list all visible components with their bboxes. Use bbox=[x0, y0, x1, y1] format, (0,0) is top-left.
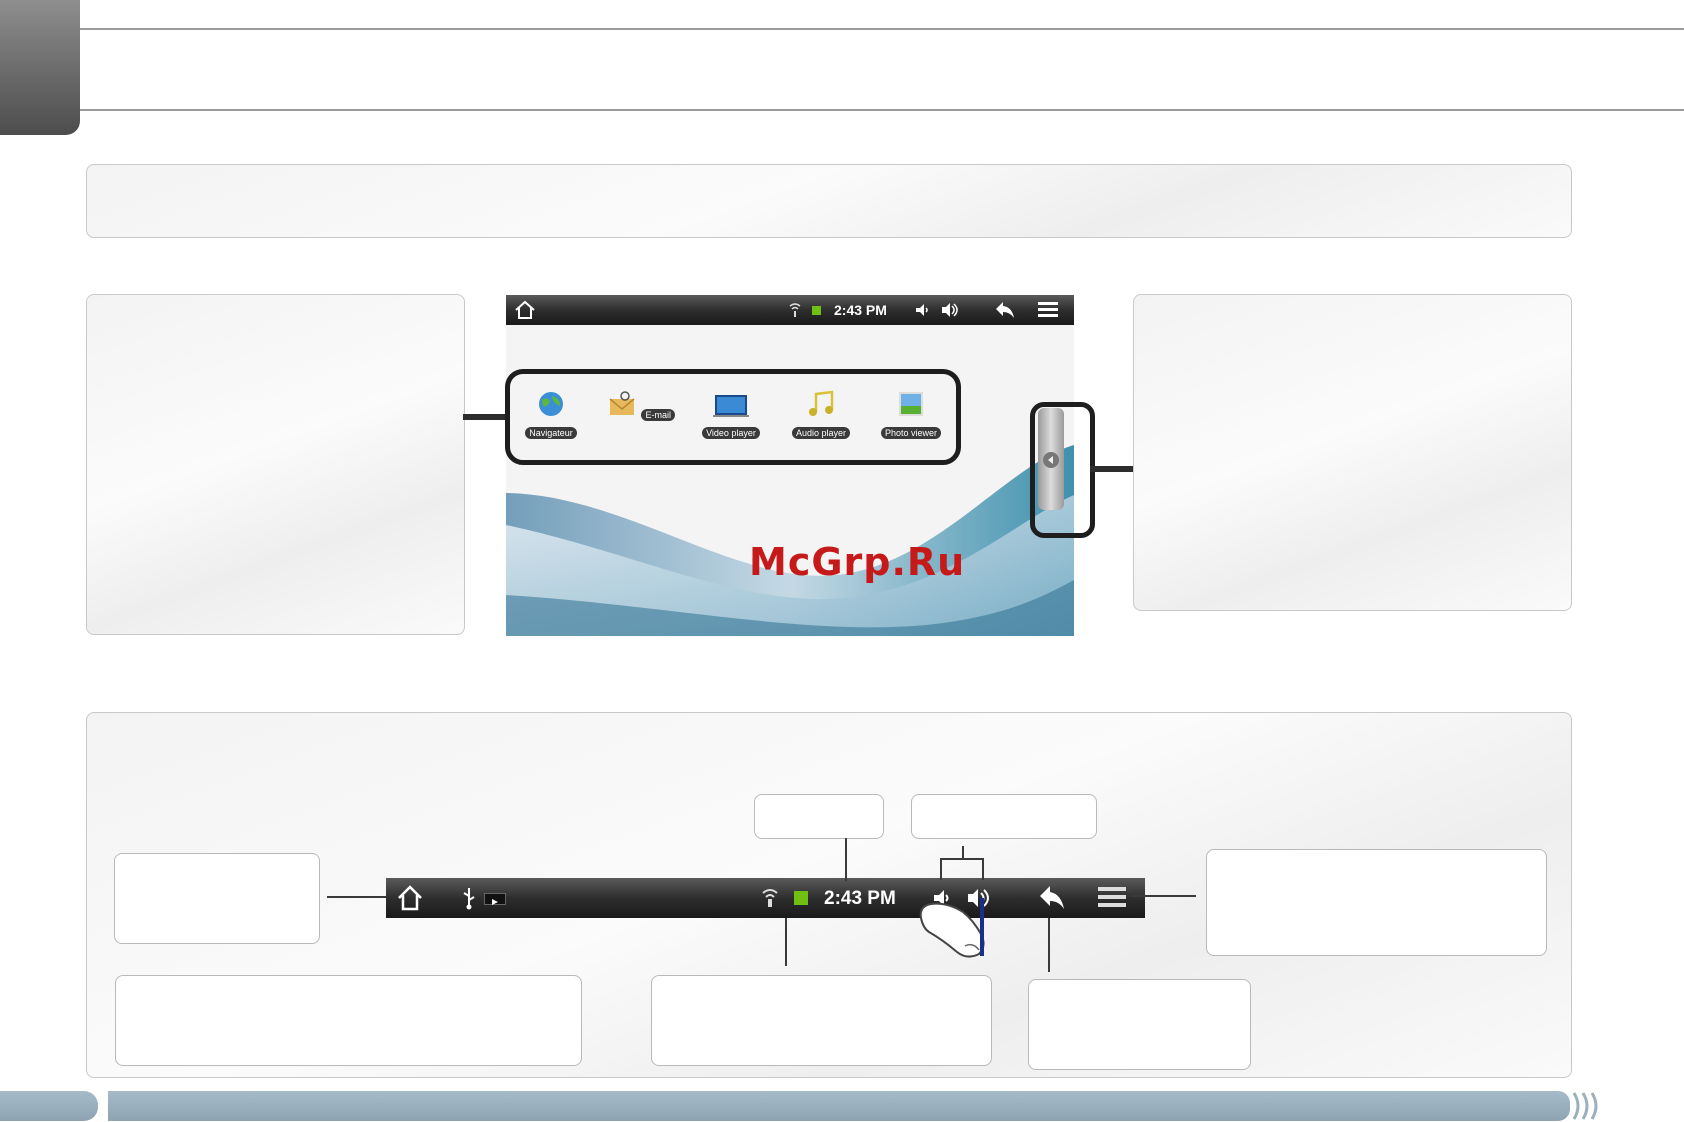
wifi-icon bbox=[789, 303, 801, 317]
notifications-callout-box bbox=[115, 975, 582, 1066]
menu-leader-line bbox=[1130, 895, 1196, 897]
status-time: 2:43 PM bbox=[824, 888, 896, 909]
large-status-bar: 2:43 PM bbox=[386, 878, 1145, 918]
usb-icon bbox=[463, 888, 475, 910]
device-home-screen: 2:43 PM Navigateur E-mail Video player A… bbox=[506, 295, 1074, 636]
wifi-icon bbox=[762, 889, 778, 907]
time-callout-box bbox=[754, 794, 884, 839]
footer-page-tab bbox=[0, 1091, 98, 1121]
volume-up-icon[interactable] bbox=[940, 301, 962, 319]
home-leader-line bbox=[327, 896, 386, 898]
volume-leader-bracket bbox=[940, 858, 984, 860]
media-playing-icon bbox=[484, 893, 506, 905]
back-icon[interactable] bbox=[994, 300, 1016, 320]
watermark: McGrp.Ru bbox=[749, 540, 966, 584]
apps-highlight-outline bbox=[505, 369, 961, 465]
chapter-tab bbox=[0, 0, 80, 135]
volume-leader-stem bbox=[962, 846, 964, 858]
time-leader-line bbox=[845, 838, 847, 881]
volume-leader-left bbox=[940, 858, 942, 880]
volume-down-icon[interactable] bbox=[914, 302, 930, 318]
home-callout-box bbox=[114, 853, 320, 944]
back-icon[interactable] bbox=[1038, 884, 1066, 912]
intro-panel bbox=[86, 164, 1572, 238]
back-leader-line bbox=[1048, 918, 1050, 972]
footer-end-mark bbox=[1572, 1092, 1598, 1120]
header-bottom-rule bbox=[80, 109, 1684, 111]
handle-highlight-outline bbox=[1030, 402, 1095, 538]
menu-callout-box bbox=[1206, 849, 1547, 956]
device-status-bar: 2:43 PM bbox=[506, 295, 1074, 325]
home-icon[interactable] bbox=[396, 884, 424, 912]
left-description-panel bbox=[86, 294, 465, 635]
wifi-battery-callout-box bbox=[651, 975, 992, 1066]
wifi-leader-line bbox=[785, 918, 787, 966]
right-description-panel bbox=[1133, 294, 1572, 611]
volume-callout-box bbox=[911, 794, 1097, 839]
left-connector-line bbox=[463, 414, 505, 420]
volume-leader-right bbox=[982, 858, 984, 880]
menu-icon[interactable] bbox=[1038, 300, 1058, 320]
wallpaper-wave bbox=[506, 445, 1074, 636]
status-time: 2:43 PM bbox=[834, 302, 887, 318]
menu-icon[interactable] bbox=[1098, 885, 1126, 911]
back-callout-box bbox=[1028, 979, 1251, 1070]
slider-indicator bbox=[980, 898, 984, 956]
home-icon[interactable] bbox=[514, 300, 536, 320]
right-connector-line bbox=[1090, 466, 1133, 472]
header-top-rule bbox=[80, 28, 1684, 30]
finger-pointer-icon bbox=[919, 902, 985, 958]
battery-icon bbox=[794, 891, 808, 905]
footer-bar bbox=[108, 1091, 1570, 1121]
battery-icon bbox=[812, 306, 821, 315]
